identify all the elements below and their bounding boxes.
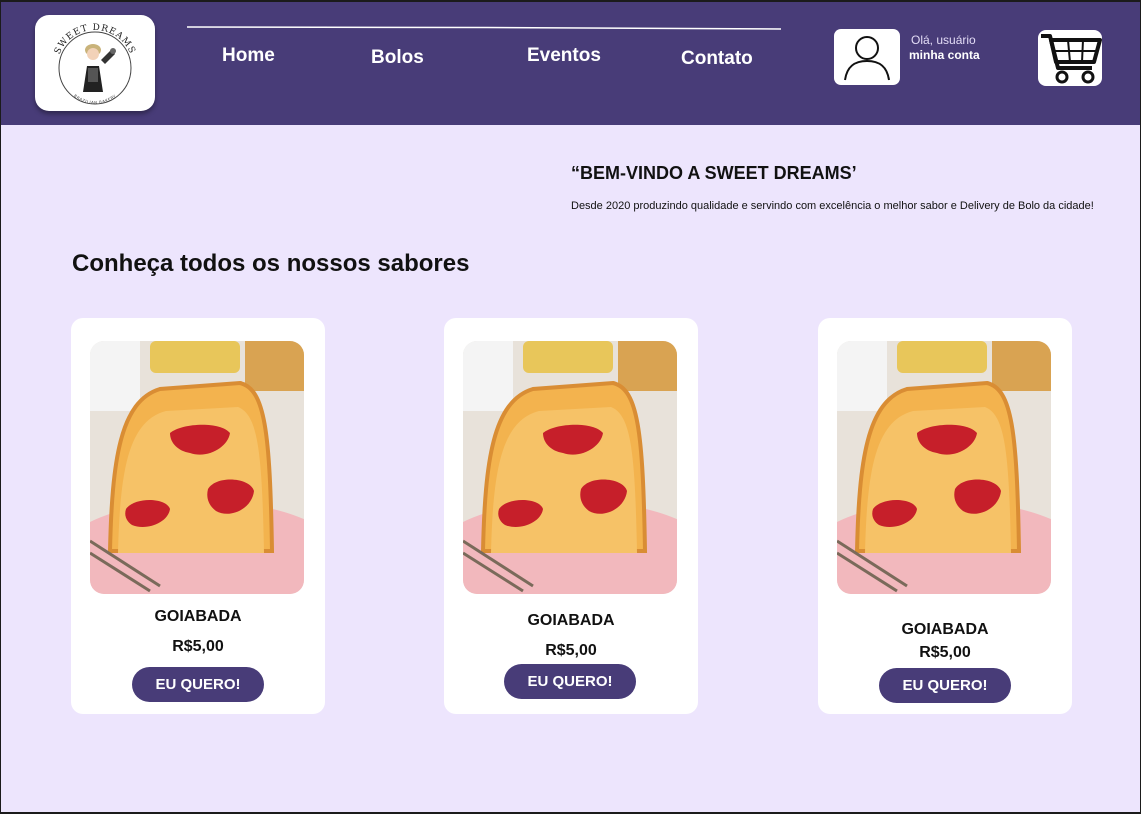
product-price: R$5,00 — [919, 644, 971, 661]
welcome-text: Desde 2020 produzindo qualidade e servin… — [571, 200, 1094, 212]
product-card: GOIABADA R$5,00 EU QUERO! — [444, 318, 698, 714]
cart-button[interactable] — [1038, 30, 1102, 86]
product-name: GOIABADA — [527, 612, 615, 629]
nav-contato[interactable]: Contato — [681, 48, 753, 70]
welcome-title: “BEM-VINDO A SWEET DREAMS’ — [571, 163, 857, 183]
product-image — [837, 341, 1051, 594]
product-price: R$5,00 — [172, 638, 224, 655]
nav-home[interactable]: Home — [222, 45, 275, 67]
nav-divider-line — [187, 26, 781, 30]
logo-emblem: SWEET DREAMS BRAZILIAN BAKERY — [53, 23, 136, 105]
section-title: Conheça todos os nossos sabores — [72, 250, 470, 277]
buy-button[interactable]: EU QUERO! — [504, 664, 636, 699]
buy-button[interactable]: EU QUERO! — [132, 667, 264, 702]
product-name: GOIABADA — [901, 621, 989, 638]
user-icon — [844, 36, 890, 81]
product-price: R$5,00 — [545, 642, 597, 659]
logo[interactable]: SWEET DREAMS BRAZILIAN BAKERY — [35, 15, 155, 111]
product-card: GOIABADA R$5,00 EU QUERO! — [818, 318, 1072, 714]
product-card: GOIABADA R$5,00 EU QUERO! — [71, 318, 325, 714]
site-header: SWEET DREAMS BRAZILIAN BAKERY Home Bolos… — [1, 2, 1140, 125]
my-account-link[interactable]: minha conta — [909, 48, 980, 62]
page: SWEET DREAMS BRAZILIAN BAKERY Home Bolos… — [1, 2, 1140, 812]
user-avatar-button[interactable] — [834, 29, 900, 85]
product-image — [90, 341, 304, 594]
user-greeting: Olá, usuário — [911, 33, 976, 47]
product-image — [463, 341, 677, 594]
product-name: GOIABADA — [154, 608, 242, 625]
nav-bolos[interactable]: Bolos — [371, 47, 424, 69]
svg-text:BRAZILIAN BAKERY: BRAZILIAN BAKERY — [73, 93, 117, 105]
buy-button[interactable]: EU QUERO! — [879, 668, 1011, 703]
nav-eventos[interactable]: Eventos — [527, 45, 601, 67]
cart-icon — [1041, 34, 1102, 84]
